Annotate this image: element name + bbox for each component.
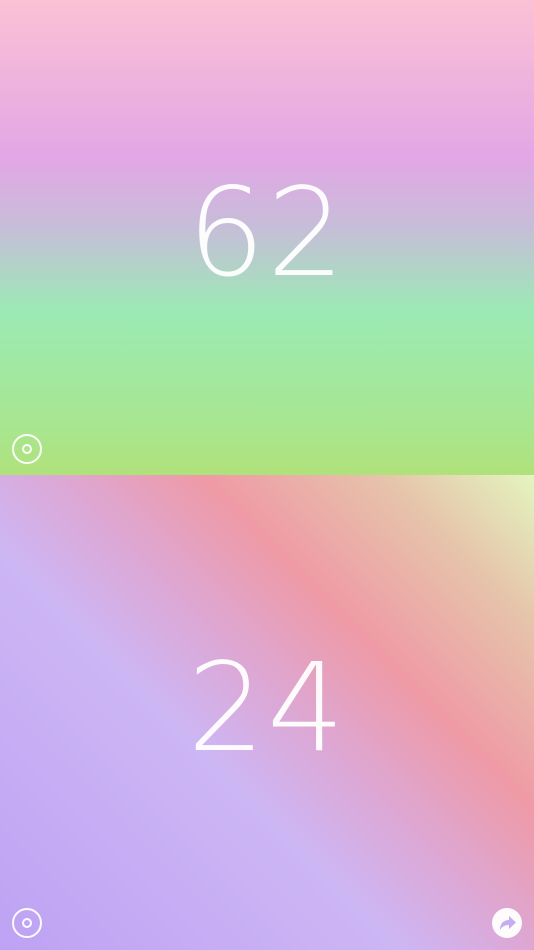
share-button[interactable]	[492, 908, 522, 938]
top-player-score: 62	[187, 162, 347, 304]
share-arrow-icon	[500, 916, 516, 930]
target-icon	[22, 444, 32, 454]
top-target-button[interactable]	[12, 434, 42, 464]
top-player-panel[interactable]: 62	[0, 0, 534, 475]
bottom-player-panel[interactable]: 24	[0, 475, 534, 950]
bottom-player-score: 24	[187, 637, 347, 779]
target-icon	[22, 918, 32, 928]
bottom-target-button[interactable]	[12, 908, 42, 938]
